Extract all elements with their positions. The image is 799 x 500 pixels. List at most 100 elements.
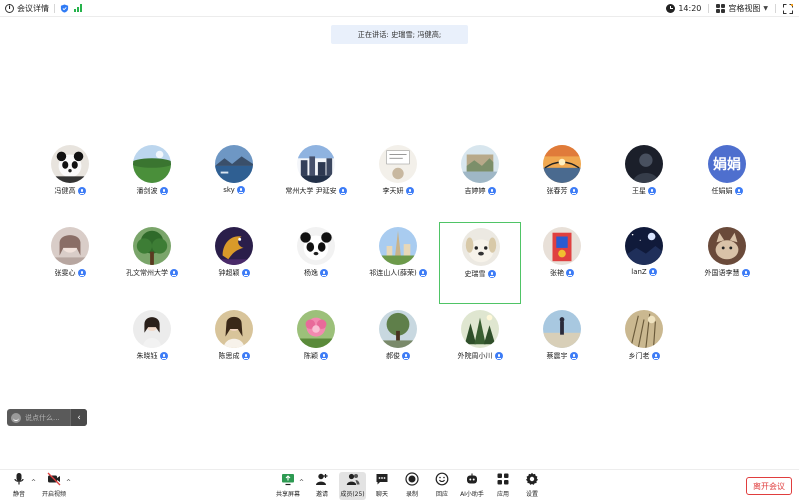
participant-name-row: 郝俊 — [357, 351, 439, 361]
fullscreen-icon[interactable] — [783, 3, 793, 14]
record-button[interactable]: 录制 — [403, 472, 421, 500]
participant-tile[interactable]: 常州大学 尹延安 — [275, 140, 357, 222]
microphone-icon — [320, 352, 328, 360]
participant-tile[interactable]: 杨逸 — [275, 222, 357, 304]
leave-meeting-button[interactable]: 离开会议 — [746, 477, 792, 495]
gear-icon — [526, 472, 538, 485]
microphone-icon — [651, 352, 660, 360]
microphone-icon — [418, 269, 427, 277]
participant-name-row: 李天妍 — [357, 186, 439, 196]
share-screen-label: 共享屏幕 — [276, 491, 301, 498]
participant-name: 张春芳 — [546, 187, 568, 195]
microphone-icon — [734, 187, 743, 195]
reaction-button[interactable]: 回应 — [433, 472, 451, 500]
meeting-timer: 14:20 — [666, 4, 701, 13]
microphone-icon — [494, 352, 503, 360]
participant-name-row: 张春芳 — [521, 186, 603, 196]
members-button[interactable]: 成员(25) — [339, 472, 366, 500]
participant-name-row: lanZ — [603, 268, 685, 276]
share-screen-button[interactable]: 共享屏幕 — [276, 472, 300, 500]
avatar — [297, 310, 335, 348]
participant-tile[interactable]: 王星 — [603, 140, 685, 222]
apps-icon — [497, 473, 509, 485]
microphone-icon — [648, 187, 656, 195]
start-video-button[interactable]: 开启视频 — [41, 472, 67, 500]
participant-name-row: 外院周小川 — [439, 351, 521, 361]
participant-tile[interactable]: 朱晓钰 — [111, 305, 193, 387]
avatar — [462, 228, 500, 266]
participant-tile[interactable]: 张雯心 — [29, 222, 111, 304]
participant-tile[interactable]: 潘剑波 — [111, 140, 193, 222]
participant-tile[interactable]: lanZ — [603, 222, 685, 304]
participant-name-row: 冯健高 — [29, 186, 111, 196]
chevron-up-icon[interactable]: ^ — [31, 479, 36, 486]
participant-tile[interactable]: 张艳 — [521, 222, 603, 304]
ai-assistant-button[interactable]: AI小助手 — [460, 472, 484, 500]
participant-tile[interactable]: 外院周小川 — [439, 305, 521, 387]
microphone-icon — [569, 187, 578, 195]
participant-name-row: 任娟娟 — [686, 186, 768, 196]
participant-tile[interactable]: 吉婷婷 — [439, 140, 521, 222]
apps-button[interactable]: 应用 — [494, 472, 512, 500]
leave-meeting-label: 离开会议 — [753, 481, 785, 491]
chat-button[interactable]: 聊天 — [373, 472, 391, 500]
divider — [54, 3, 55, 13]
avatar — [379, 310, 417, 348]
participant-tile[interactable]: 郝俊 — [357, 305, 439, 387]
signal-icon[interactable] — [74, 4, 82, 12]
participant-name-row: 潘剑波 — [111, 186, 193, 196]
microphone-icon — [77, 269, 86, 277]
microphone-icon — [741, 269, 750, 277]
participant-tile[interactable]: 外国语李慧 — [686, 222, 768, 304]
avatar — [215, 227, 253, 265]
participant-tile[interactable]: 张春芳 — [521, 140, 603, 222]
shield-icon[interactable] — [60, 3, 69, 13]
participant-tile[interactable]: 陈思成 — [193, 305, 275, 387]
participant-tile[interactable]: 娟娟 任娟娟 — [686, 140, 768, 222]
participant-name: 外国语李慧 — [704, 269, 740, 277]
participant-tile[interactable]: 钟超颖 — [193, 222, 275, 304]
participant-name: 冯健高 — [54, 187, 76, 195]
participant-tile[interactable]: 李天妍 — [357, 140, 439, 222]
view-mode-label: 宫格视图 — [728, 4, 761, 13]
collapse-chat-button[interactable]: ‹ — [70, 409, 87, 426]
participant-tile[interactable]: 冯健高 — [29, 140, 111, 222]
avatar — [543, 310, 581, 348]
participant-name-row: 张艳 — [521, 268, 603, 278]
participant-name: 史瑞雪 — [464, 270, 486, 278]
view-mode-button[interactable]: 宫格视图 ▼ — [716, 3, 768, 14]
settings-label: 设置 — [525, 491, 538, 498]
invite-button[interactable]: 邀请 — [313, 472, 331, 500]
invite-label: 邀请 — [315, 491, 328, 498]
participant-tile[interactable]: sky — [193, 140, 275, 222]
participant-name-row: 蔡震宇 — [521, 351, 603, 361]
participant-tile[interactable]: 史瑞雪 — [439, 222, 521, 304]
participant-name: 潘剑波 — [136, 187, 158, 195]
avatar — [297, 145, 335, 183]
ai-assistant-icon — [467, 473, 477, 484]
info-icon: i — [5, 3, 14, 13]
mute-button[interactable]: 静音 — [9, 472, 29, 500]
participant-name: 郝俊 — [386, 352, 400, 360]
participant-name-row: 王星 — [603, 186, 685, 196]
microphone-icon — [320, 269, 328, 277]
chevron-up-icon[interactable]: ^ — [299, 479, 304, 486]
share-screen-icon — [282, 474, 294, 486]
participant-tile[interactable]: 乡门老 — [603, 305, 685, 387]
emoji-icon[interactable] — [11, 412, 21, 423]
avatar — [133, 310, 171, 348]
microphone-icon — [487, 270, 496, 278]
mute-label: 静音 — [12, 491, 25, 498]
participant-tile[interactable]: 陈颖 — [275, 305, 357, 387]
meeting-info-button[interactable]: i 会议详情 — [5, 3, 49, 14]
participant-tile[interactable]: 蔡震宇 — [521, 305, 603, 387]
participant-tile[interactable]: 孔文常州大学 — [111, 222, 193, 304]
record-label: 录制 — [405, 491, 418, 498]
chat-input[interactable] — [25, 413, 70, 422]
participant-name-row: 张雯心 — [29, 268, 111, 278]
participant-tile[interactable]: 祁连山人(薛荣) — [357, 222, 439, 304]
settings-button[interactable]: 设置 — [523, 472, 541, 500]
avatar — [51, 227, 89, 265]
chevron-up-icon[interactable]: ^ — [66, 479, 71, 486]
microphone-icon — [487, 187, 496, 195]
